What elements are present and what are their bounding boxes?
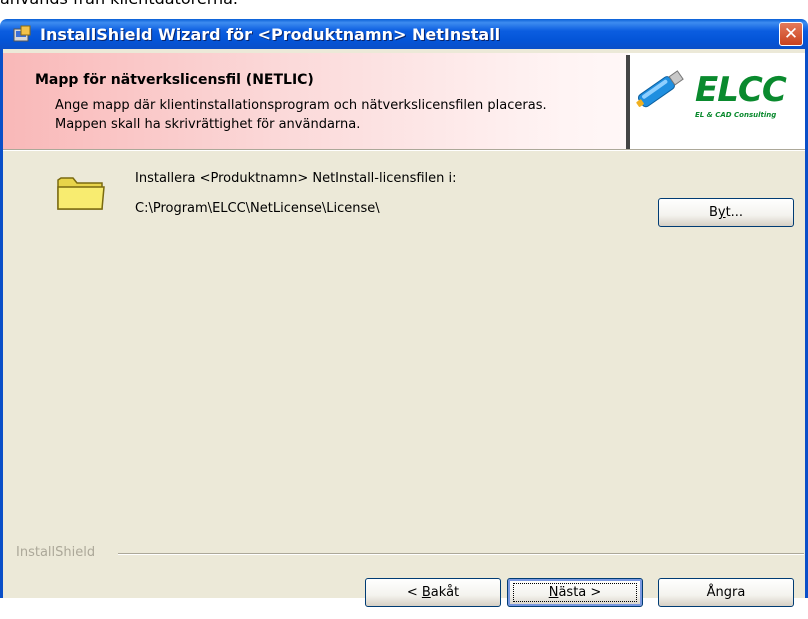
installer-app-icon bbox=[13, 25, 31, 42]
header-description-line2: Mappen skall ha skrivrättighet för använ… bbox=[55, 117, 361, 132]
header-description-line1: Ange mapp där klientinstallationsprogram… bbox=[55, 98, 547, 113]
elcc-logo-subtitle: EL & CAD Consulting bbox=[695, 111, 777, 119]
next-button[interactable]: Nästa > bbox=[507, 578, 643, 607]
header-description: Ange mapp där klientinstallationsprogram… bbox=[55, 96, 547, 134]
footer-separator bbox=[118, 553, 804, 555]
installshield-brand: InstallShield bbox=[16, 545, 96, 560]
window-title: InstallShield Wizard för <Produktnamn> N… bbox=[40, 25, 501, 44]
header-title: Mapp för nätverkslicensfil (NETLIC) bbox=[35, 72, 314, 88]
elcc-logo: ELCC bbox=[695, 70, 787, 110]
change-folder-button[interactable]: Byt... bbox=[658, 198, 794, 227]
folder-icon bbox=[57, 177, 105, 210]
close-button[interactable]: ✕ bbox=[779, 22, 803, 46]
change-folder-label: Byt... bbox=[708, 205, 744, 220]
usb-stick-icon bbox=[636, 70, 684, 108]
cancel-button[interactable]: Ångra bbox=[658, 578, 794, 607]
title-bar[interactable]: InstallShield Wizard för <Produktnamn> N… bbox=[0, 19, 808, 49]
install-location-label: Installera <Produktnamn> NetInstall-lice… bbox=[135, 171, 457, 186]
install-path: C:\Program\ELCC\NetLicense\License\ bbox=[135, 201, 380, 216]
back-button-label: < Bakåt bbox=[406, 585, 460, 600]
next-button-label: Nästa > bbox=[548, 585, 602, 600]
installer-window: InstallShield Wizard för <Produktnamn> N… bbox=[0, 0, 808, 607]
header-separator bbox=[3, 149, 805, 151]
close-icon: ✕ bbox=[783, 24, 799, 44]
back-button[interactable]: < Bakåt bbox=[365, 578, 501, 607]
